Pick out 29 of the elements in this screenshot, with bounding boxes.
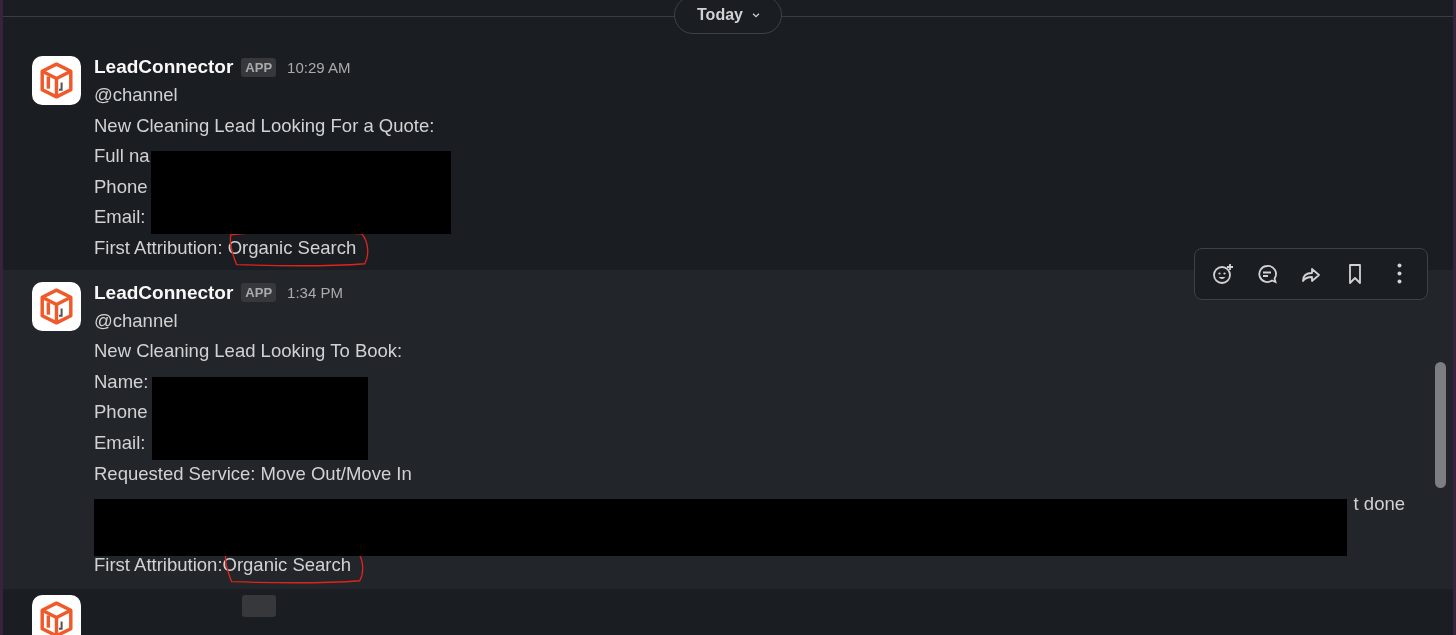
message-text: Name: — [94, 369, 149, 394]
timestamp[interactable]: 1:34 PM — [287, 284, 343, 302]
app-badge — [242, 594, 276, 617]
scrollbar-thumb[interactable] — [1435, 362, 1446, 488]
avatar-logo-icon — [32, 56, 81, 105]
message-text: Requested Service: Move Out/Move In — [94, 461, 412, 486]
message-text: New Cleaning Lead Looking For a Quote: — [94, 113, 435, 138]
message-text: First Attribution: — [94, 235, 224, 260]
message-text: @channel — [94, 308, 178, 333]
message-text: @channel — [94, 83, 178, 107]
sender-name[interactable]: LeadConnector — [94, 281, 234, 304]
message-text: Phone — [94, 174, 148, 199]
more-options-icon — [1396, 263, 1402, 285]
app-badge: APP — [241, 57, 277, 77]
date-divider-button[interactable]: Today — [674, 0, 782, 34]
chevron-down-icon — [750, 10, 761, 20]
avatar-logo-icon — [32, 281, 81, 331]
message-text: Email: — [94, 430, 146, 455]
app-badge: APP — [241, 283, 277, 303]
sender-name[interactable]: LeadConnector — [94, 56, 234, 78]
message-text: First Attribution: — [94, 553, 223, 578]
message-text: t done — [1353, 492, 1405, 517]
message-text: New Cleaning Lead Looking To Book: — [94, 339, 403, 364]
add-reaction-icon — [1211, 261, 1235, 286]
message-text: Email: — [94, 205, 146, 230]
timestamp[interactable]: 10:29 AM — [287, 58, 351, 76]
message-text: Phone — [94, 400, 148, 425]
avatar-logo-icon — [32, 594, 81, 635]
message-text: Full na — [94, 144, 150, 169]
